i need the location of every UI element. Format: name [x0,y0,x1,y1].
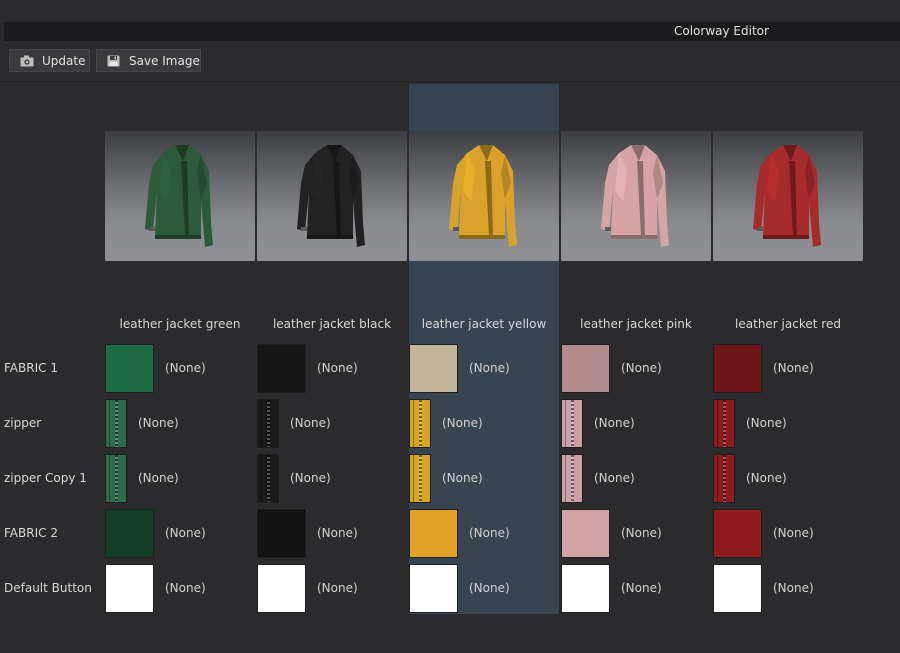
material-value-r3-c2[interactable]: (None) [290,471,331,485]
material-value-r5-c5[interactable]: (None) [773,581,814,595]
colorway-preview-4[interactable] [561,131,711,261]
material-value-r4-c3[interactable]: (None) [469,526,510,540]
color-swatch-r5-c4[interactable] [561,564,610,613]
color-swatch-r1-c2[interactable] [257,344,306,393]
material-value-r2-c1[interactable]: (None) [138,416,179,430]
material-value-r3-c4[interactable]: (None) [594,471,635,485]
material-value-r1-c4[interactable]: (None) [621,361,662,375]
top-strip [0,0,900,20]
row-label-4: FABRIC 2 [4,526,58,540]
material-value-r1-c2[interactable]: (None) [317,361,358,375]
material-value-r2-c5[interactable]: (None) [746,416,787,430]
color-swatch-r1-c3[interactable] [409,344,458,393]
colorway-preview-3[interactable] [409,131,559,261]
color-swatch-r4-c2[interactable] [257,509,306,558]
floppy-disk-icon [107,55,121,67]
colorway-name-1[interactable]: leather jacket green [104,317,256,331]
material-value-r1-c5[interactable]: (None) [773,361,814,375]
row-label-3: zipper Copy 1 [4,471,87,485]
material-value-r5-c1[interactable]: (None) [165,581,206,595]
jacket-render [753,145,821,247]
material-value-r3-c3[interactable]: (None) [442,471,483,485]
material-value-r4-c4[interactable]: (None) [621,526,662,540]
color-swatch-r1-c5[interactable] [713,344,762,393]
material-value-r5-c3[interactable]: (None) [469,581,510,595]
colorway-name-5[interactable]: leather jacket red [712,317,864,331]
color-swatch-r5-c1[interactable] [105,564,154,613]
color-swatch-r5-c5[interactable] [713,564,762,613]
jacket-render [601,145,669,247]
color-swatch-r1-c4[interactable] [561,344,610,393]
color-swatch-r5-c3[interactable] [409,564,458,613]
colorway-name-2[interactable]: leather jacket black [256,317,408,331]
material-value-r4-c5[interactable]: (None) [773,526,814,540]
material-value-r5-c4[interactable]: (None) [621,581,662,595]
jacket-render [145,145,213,247]
color-swatch-r4-c3[interactable] [409,509,458,558]
zipper-swatch-r2-c2[interactable] [257,399,279,448]
zipper-swatch-r2-c3[interactable] [409,399,431,448]
material-value-r1-c1[interactable]: (None) [165,361,206,375]
material-value-r5-c2[interactable]: (None) [317,581,358,595]
update-button-label: Update [42,53,86,68]
color-swatch-r4-c1[interactable] [105,509,154,558]
jacket-render [449,145,517,247]
row-label-2: zipper [4,416,42,430]
zipper-swatch-r2-c1[interactable] [105,399,127,448]
colorway-preview-2[interactable] [257,131,407,261]
material-value-r2-c4[interactable]: (None) [594,416,635,430]
material-value-r2-c2[interactable]: (None) [290,416,331,430]
update-button[interactable]: Update [9,49,90,72]
color-swatch-r1-c1[interactable] [105,344,154,393]
row-label-1: FABRIC 1 [4,361,58,375]
window-title: Colorway Editor [674,24,769,38]
material-value-r4-c1[interactable]: (None) [165,526,206,540]
zipper-swatch-r3-c4[interactable] [561,454,583,503]
color-swatch-r4-c4[interactable] [561,509,610,558]
save-image-button[interactable]: Save Image [96,49,201,72]
save-image-button-label: Save Image [129,53,200,68]
color-swatch-r5-c2[interactable] [257,564,306,613]
material-value-r3-c1[interactable]: (None) [138,471,179,485]
zipper-swatch-r3-c5[interactable] [713,454,735,503]
camera-icon [20,55,34,67]
jacket-render [297,145,365,247]
zipper-swatch-r3-c1[interactable] [105,454,127,503]
row-label-5: Default Button [4,581,92,595]
material-value-r1-c3[interactable]: (None) [469,361,510,375]
colorway-preview-5[interactable] [713,131,863,261]
material-value-r3-c5[interactable]: (None) [746,471,787,485]
toolbar-divider [0,81,900,82]
color-swatch-r4-c5[interactable] [713,509,762,558]
zipper-swatch-r3-c3[interactable] [409,454,431,503]
colorway-name-4[interactable]: leather jacket pink [560,317,712,331]
colorway-preview-1[interactable] [105,131,255,261]
zipper-swatch-r2-c5[interactable] [713,399,735,448]
zipper-swatch-r2-c4[interactable] [561,399,583,448]
zipper-swatch-r3-c2[interactable] [257,454,279,503]
material-value-r4-c2[interactable]: (None) [317,526,358,540]
material-value-r2-c3[interactable]: (None) [442,416,483,430]
colorway-name-3[interactable]: leather jacket yellow [408,317,560,331]
